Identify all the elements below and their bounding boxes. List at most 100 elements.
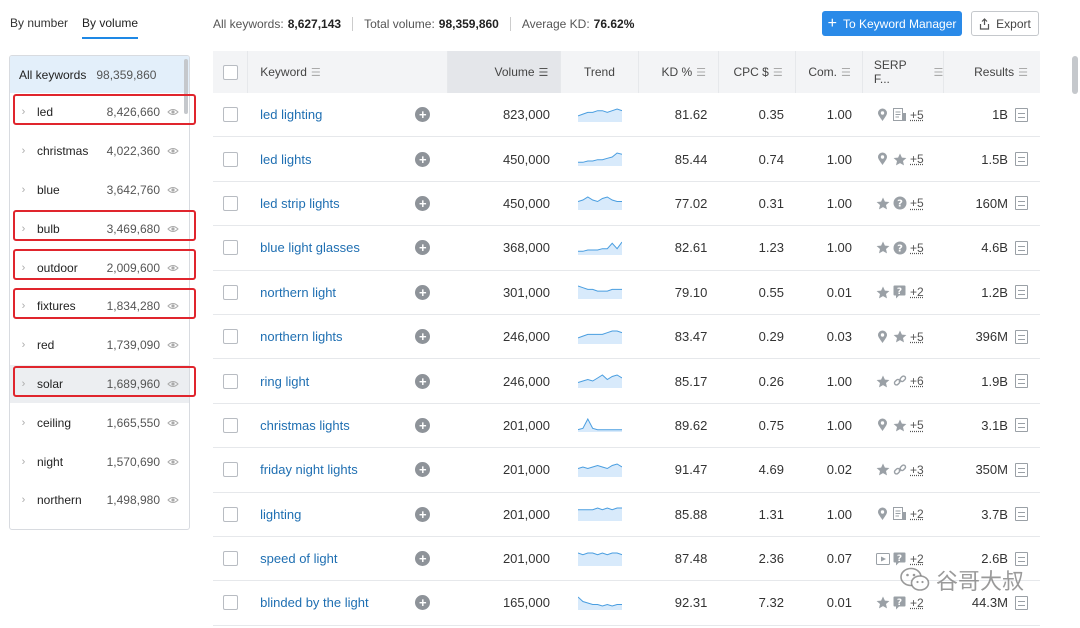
keyword-link[interactable]: led lighting (260, 107, 415, 122)
eye-icon[interactable] (167, 108, 179, 116)
eye-icon[interactable] (167, 458, 179, 466)
serp-more-link[interactable]: +2 (910, 285, 924, 299)
row-checkbox[interactable] (223, 595, 239, 611)
row-checkbox[interactable] (223, 240, 239, 256)
keyword-link[interactable]: led lights (260, 152, 415, 167)
add-keyword-icon[interactable]: + (415, 506, 431, 522)
chevron-right-icon[interactable]: › (10, 417, 37, 429)
row-checkbox[interactable] (223, 373, 239, 389)
group-item-outdoor[interactable]: › outdoor 2,009,600 (10, 248, 189, 287)
row-checkbox[interactable] (223, 107, 239, 123)
group-item-northern[interactable]: › northern 1,498,980 (10, 481, 189, 520)
chevron-right-icon[interactable]: › (10, 339, 37, 351)
eye-icon[interactable] (167, 302, 179, 310)
add-keyword-icon[interactable]: + (415, 417, 431, 433)
serp-snapshot-icon[interactable] (1014, 462, 1028, 477)
eye-icon[interactable] (167, 419, 179, 427)
keyword-link[interactable]: christmas lights (260, 418, 415, 433)
add-keyword-icon[interactable]: + (415, 151, 431, 167)
keyword-link[interactable]: led strip lights (260, 196, 415, 211)
page-scrollbar[interactable] (1072, 56, 1078, 94)
serp-snapshot-icon[interactable] (1014, 152, 1028, 167)
group-item-bulb[interactable]: › bulb 3,469,680 (10, 209, 189, 248)
group-item-christmas[interactable]: › christmas 4,022,360 (10, 132, 189, 171)
row-checkbox[interactable] (223, 329, 239, 345)
column-header-serp[interactable]: SERP F... ☰ (863, 51, 945, 93)
add-keyword-icon[interactable]: + (415, 195, 431, 211)
eye-icon[interactable] (167, 225, 179, 233)
row-checkbox[interactable] (223, 195, 239, 211)
keyword-link[interactable]: northern lights (260, 329, 415, 344)
add-keyword-icon[interactable]: + (415, 329, 431, 345)
add-keyword-icon[interactable]: + (415, 240, 431, 256)
select-all-checkbox[interactable] (222, 64, 238, 80)
serp-more-link[interactable]: +5 (910, 330, 924, 344)
tab-by-volume[interactable]: By volume (82, 14, 139, 39)
keyword-link[interactable]: speed of light (260, 551, 415, 566)
group-item-ceiling[interactable]: › ceiling 1,665,550 (10, 403, 189, 442)
group-item-led[interactable]: › led 8,426,660 (10, 93, 189, 132)
group-item-fixtures[interactable]: › fixtures 1,834,280 (10, 287, 189, 326)
serp-more-link[interactable]: +2 (910, 596, 924, 610)
export-button[interactable]: Export (971, 11, 1039, 36)
serp-more-link[interactable]: +5 (910, 196, 924, 210)
row-checkbox[interactable] (223, 151, 239, 167)
row-checkbox[interactable] (223, 551, 239, 567)
serp-snapshot-icon[interactable] (1014, 107, 1028, 122)
serp-more-link[interactable]: +5 (910, 418, 924, 432)
column-header-results[interactable]: Results ☰ (944, 51, 1040, 93)
chevron-right-icon[interactable]: › (10, 184, 37, 196)
to-keyword-manager-button[interactable]: + To Keyword Manager (822, 11, 962, 36)
eye-icon[interactable] (167, 264, 179, 272)
serp-snapshot-icon[interactable] (1014, 240, 1028, 255)
chevron-right-icon[interactable]: › (10, 378, 37, 390)
serp-more-link[interactable]: +5 (910, 241, 924, 255)
serp-snapshot-icon[interactable] (1014, 329, 1028, 344)
chevron-right-icon[interactable]: › (10, 300, 37, 312)
add-keyword-icon[interactable]: + (415, 595, 431, 611)
chevron-right-icon[interactable]: › (10, 223, 37, 235)
group-item-night[interactable]: › night 1,570,690 (10, 442, 189, 481)
add-keyword-icon[interactable]: + (415, 373, 431, 389)
serp-snapshot-icon[interactable] (1014, 595, 1028, 610)
column-header-keyword[interactable]: Keyword ☰ (248, 51, 448, 93)
keyword-link[interactable]: blinded by the light (260, 595, 415, 610)
keyword-link[interactable]: northern light (260, 285, 415, 300)
serp-more-link[interactable]: +6 (910, 374, 924, 388)
eye-icon[interactable] (167, 186, 179, 194)
column-header-cpc[interactable]: CPC $ ☰ (719, 51, 796, 93)
chevron-right-icon[interactable]: › (10, 145, 37, 157)
add-keyword-icon[interactable]: + (415, 107, 431, 123)
column-header-kd[interactable]: KD % ☰ (639, 51, 720, 93)
serp-snapshot-icon[interactable] (1014, 196, 1028, 211)
eye-icon[interactable] (167, 496, 179, 504)
group-item-blue[interactable]: › blue 3,642,760 (10, 171, 189, 210)
eye-icon[interactable] (167, 380, 179, 388)
keyword-link[interactable]: ring light (260, 374, 415, 389)
add-keyword-icon[interactable]: + (415, 284, 431, 300)
keyword-link[interactable]: friday night lights (260, 462, 415, 477)
chevron-right-icon[interactable]: › (10, 262, 37, 274)
group-item-solar[interactable]: › solar 1,689,960 (10, 364, 189, 404)
column-header-trend[interactable]: Trend (561, 51, 639, 93)
column-header-volume[interactable]: Volume ☰ (447, 51, 562, 93)
row-checkbox[interactable] (223, 506, 239, 522)
add-keyword-icon[interactable]: + (415, 551, 431, 567)
panel-scrollbar[interactable] (184, 59, 188, 114)
group-all-keywords[interactable]: All keywords 98,359,860 (10, 56, 189, 93)
tab-by-number[interactable]: By number (10, 14, 68, 39)
keyword-link[interactable]: lighting (260, 507, 415, 522)
serp-snapshot-icon[interactable] (1014, 418, 1028, 433)
chevron-right-icon[interactable]: › (10, 494, 37, 506)
chevron-right-icon[interactable]: › (10, 106, 37, 118)
row-checkbox[interactable] (223, 284, 239, 300)
column-header-com[interactable]: Com. ☰ (796, 51, 863, 93)
serp-more-link[interactable]: +3 (910, 463, 924, 477)
row-checkbox[interactable] (223, 417, 239, 433)
keyword-link[interactable]: blue light glasses (260, 240, 415, 255)
serp-snapshot-icon[interactable] (1014, 285, 1028, 300)
serp-more-link[interactable]: +5 (910, 152, 924, 166)
row-checkbox[interactable] (223, 462, 239, 478)
eye-icon[interactable] (167, 341, 179, 349)
eye-icon[interactable] (167, 147, 179, 155)
